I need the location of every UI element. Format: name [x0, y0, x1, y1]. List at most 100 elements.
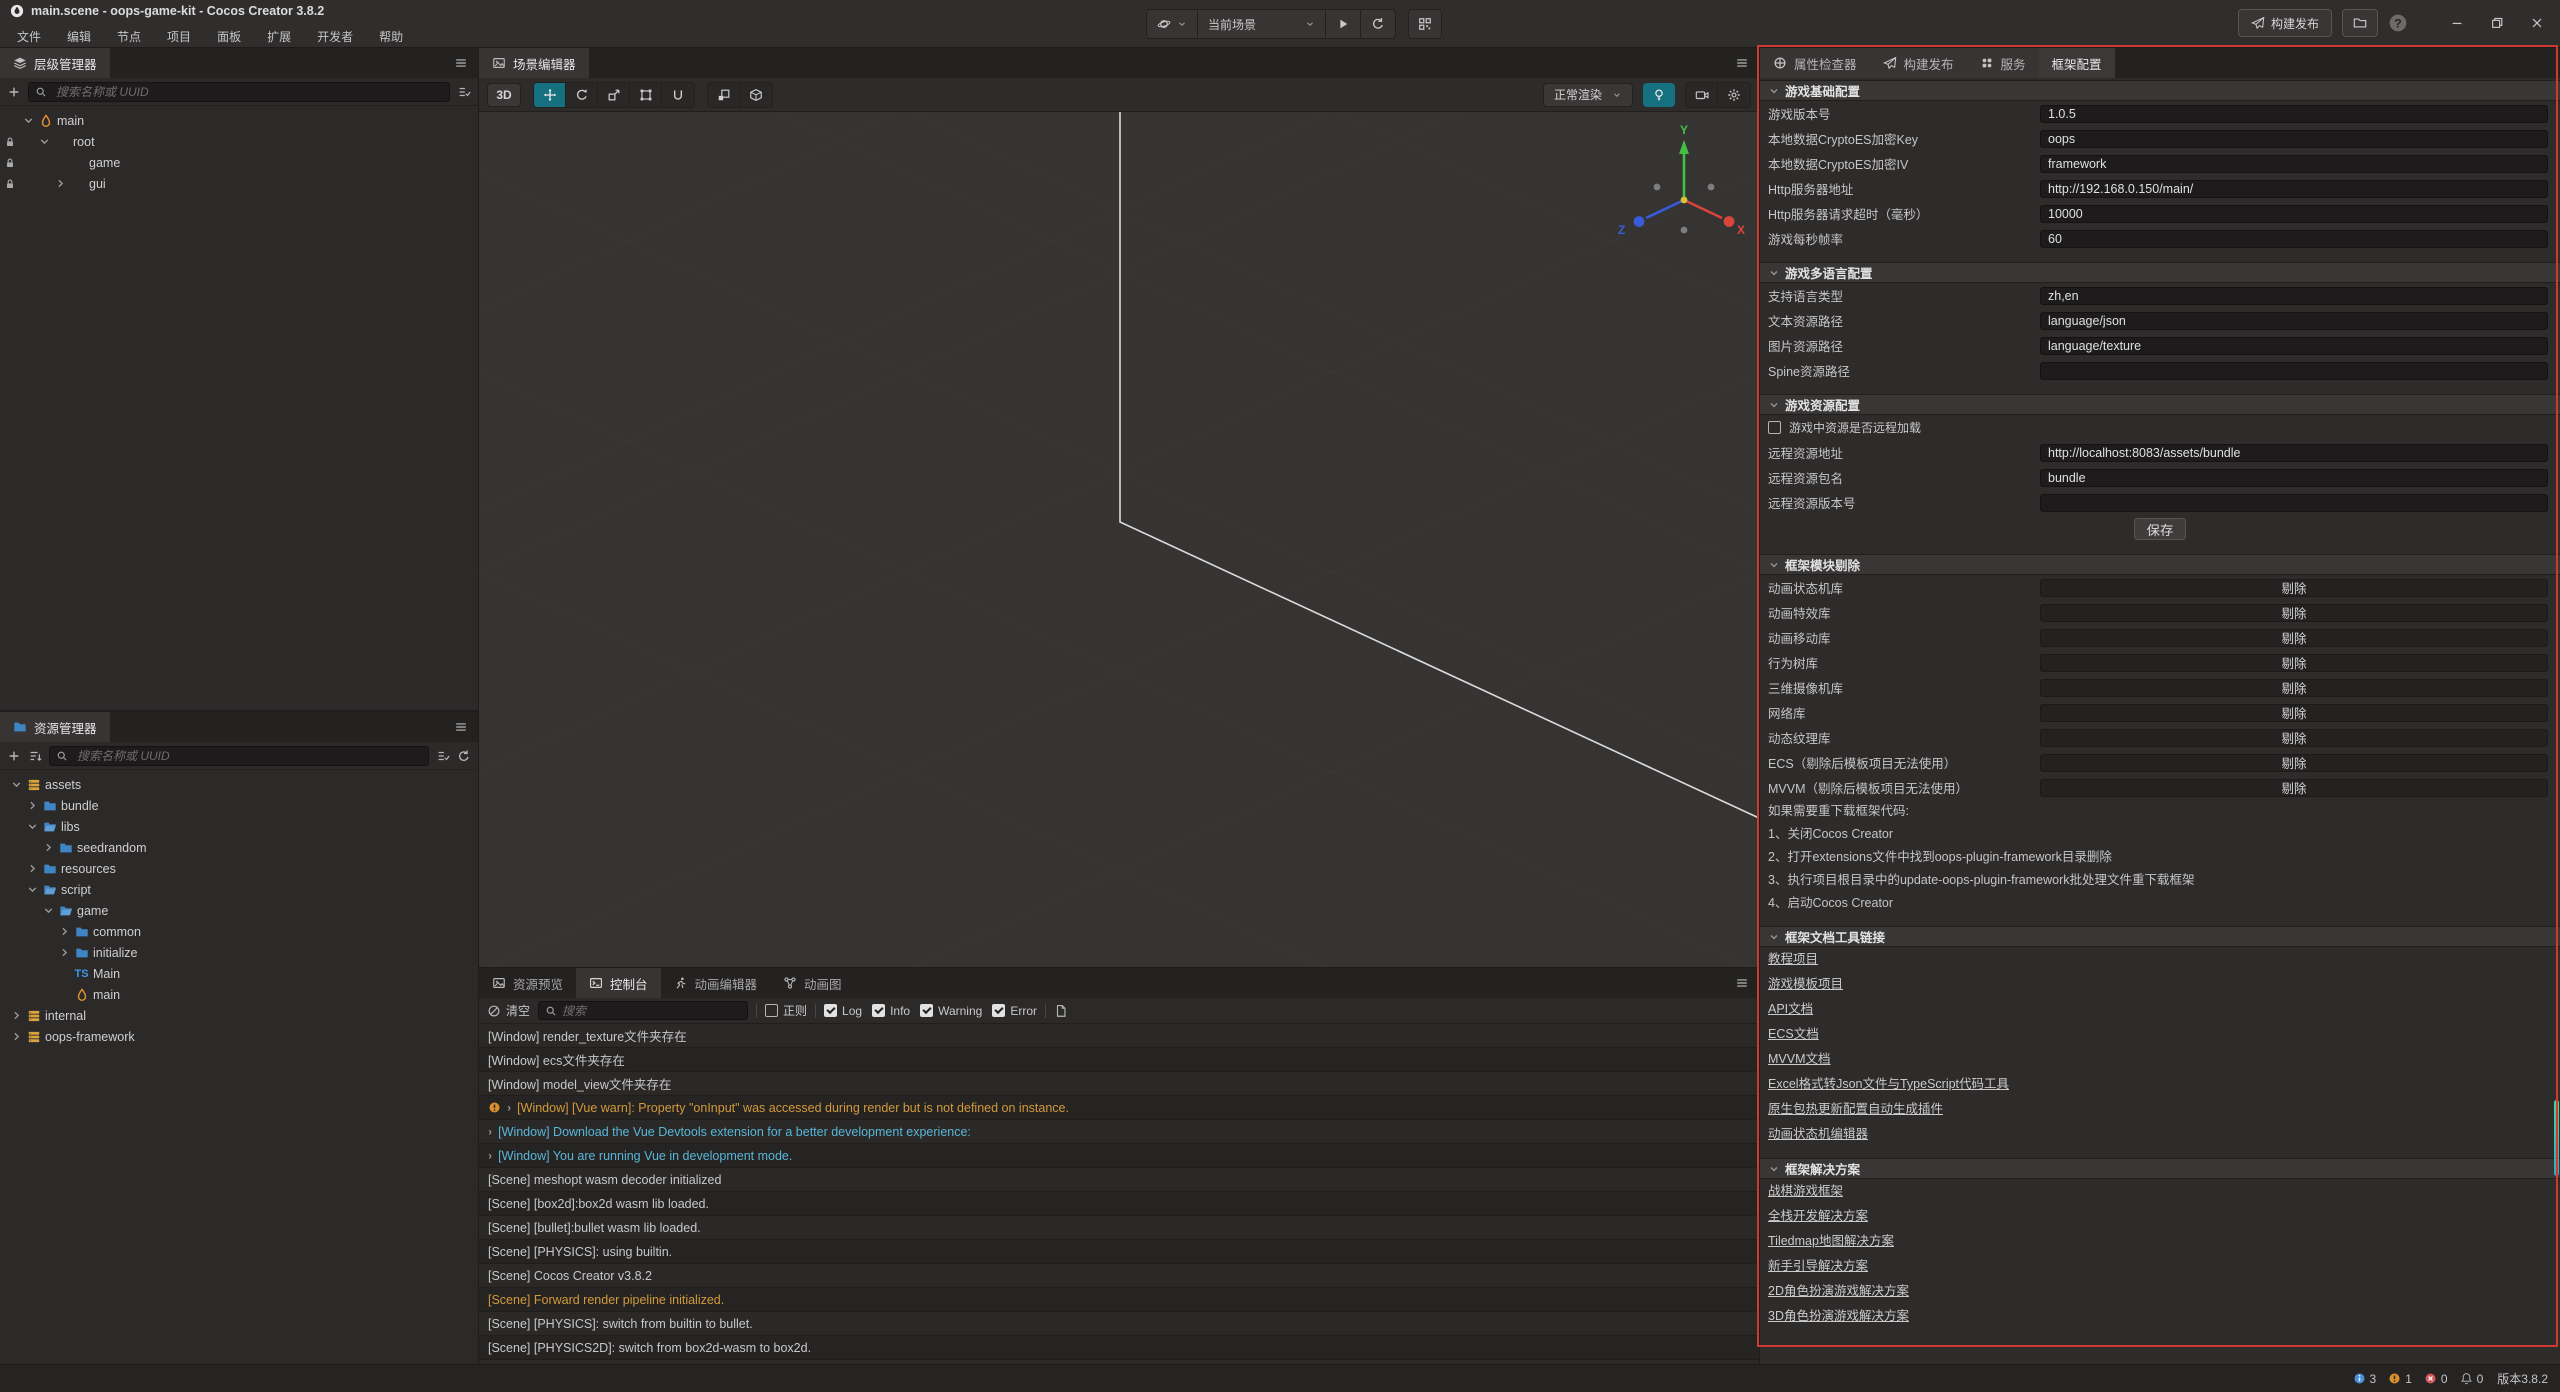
- help-button[interactable]: ?: [2388, 13, 2408, 33]
- log-row[interactable]: [Window] model_view文件夹存在: [479, 1072, 1759, 1096]
- expand-arrow[interactable]: [8, 1009, 25, 1022]
- console-search-input[interactable]: [562, 1004, 741, 1018]
- assets-node-assets[interactable]: assets: [0, 774, 478, 795]
- save-button[interactable]: 保存: [2134, 518, 2187, 540]
- log-row[interactable]: [Scene] [PHYSICS]: switch from builtin t…: [479, 1312, 1759, 1336]
- mode-3d-button[interactable]: 3D: [487, 83, 521, 107]
- log-row[interactable]: [Scene] [PHYSICS]: using builtin.: [479, 1240, 1759, 1264]
- remove-module-animator-button[interactable]: 剔除: [2040, 579, 2548, 597]
- expand-arrow[interactable]: [8, 1030, 25, 1043]
- transform-tool-button[interactable]: [662, 83, 694, 107]
- checkbox-remote-load[interactable]: [1768, 421, 1781, 434]
- log-file-button[interactable]: [1054, 1004, 1068, 1018]
- expand-arrow[interactable]: [40, 904, 57, 917]
- remove-module-network-button[interactable]: 剔除: [2040, 704, 2548, 722]
- build-publish-button[interactable]: 构建发布: [2238, 9, 2332, 37]
- link-tutorial[interactable]: 教程项目: [1768, 947, 1818, 972]
- play-button[interactable]: [1326, 10, 1361, 38]
- hierarchy-node-game[interactable]: game: [0, 152, 478, 173]
- tab-hierarchy[interactable]: 层级管理器: [0, 48, 110, 78]
- remove-module-move-button[interactable]: 剔除: [2040, 629, 2548, 647]
- scene-camera-button[interactable]: [1686, 83, 1718, 107]
- tab-animation-graph[interactable]: 动画图: [770, 968, 855, 998]
- expand-arrow[interactable]: [24, 820, 41, 833]
- scene-settings-button[interactable]: [1718, 83, 1750, 107]
- expand-arrow[interactable]: [56, 925, 73, 938]
- input-remote-url[interactable]: [2040, 444, 2548, 462]
- add-node-button[interactable]: [7, 85, 21, 99]
- platform-select[interactable]: [1147, 10, 1198, 38]
- link-animator-editor[interactable]: 动画状态机编辑器: [1768, 1122, 1868, 1147]
- assets-node-oops-framework[interactable]: oops-framework: [0, 1026, 478, 1047]
- add-asset-button[interactable]: [7, 749, 21, 763]
- expand-chevron-icon[interactable]: ›: [507, 1101, 511, 1114]
- remove-module-behavior-tree-button[interactable]: 剔除: [2040, 654, 2548, 672]
- menu-edit[interactable]: 编辑: [54, 26, 104, 48]
- expand-arrow[interactable]: [8, 778, 25, 791]
- render-mode-select[interactable]: 正常渲染: [1543, 83, 1633, 107]
- section-header-modules[interactable]: 框架模块剔除: [1760, 554, 2560, 575]
- link-tactics[interactable]: 战棋游戏框架: [1768, 1179, 1843, 1204]
- remove-module-effect-button[interactable]: 剔除: [2040, 604, 2548, 622]
- rotate-tool-button[interactable]: [566, 83, 598, 107]
- input-crypto-key[interactable]: [2040, 130, 2548, 148]
- hierarchy-menu-button[interactable]: [444, 48, 478, 78]
- sort-assets-button[interactable]: [28, 749, 42, 763]
- assets-node-common[interactable]: common: [0, 921, 478, 942]
- tab-console[interactable]: 控制台: [576, 968, 661, 998]
- console-log-list[interactable]: [Window] render_texture文件夹存在[Window] ecs…: [479, 1024, 1759, 1364]
- assets-node-initialize[interactable]: initialize: [0, 942, 478, 963]
- input-frame-rate[interactable]: [2040, 230, 2548, 248]
- status-error[interactable]: 0: [2424, 1372, 2448, 1386]
- scene-viewport[interactable]: Y X Z: [479, 112, 1759, 967]
- filter-error[interactable]: Error: [992, 1004, 1037, 1018]
- status-notification[interactable]: 0: [2460, 1372, 2484, 1386]
- asset-filter-button[interactable]: [436, 749, 450, 763]
- log-row[interactable]: [Scene] meshopt wasm decoder initialized: [479, 1168, 1759, 1192]
- assets-node-seedrandom[interactable]: seedrandom: [0, 837, 478, 858]
- remove-module-mvvm-button[interactable]: 剔除: [2040, 779, 2548, 797]
- tab-properties[interactable]: 属性检查器: [1760, 48, 1870, 78]
- menu-extension[interactable]: 扩展: [254, 26, 304, 48]
- scene-menu-button[interactable]: [1725, 48, 1759, 78]
- console-menu-button[interactable]: [1725, 968, 1759, 998]
- filter-log-checkbox[interactable]: [824, 1004, 837, 1017]
- section-header-game-res[interactable]: 游戏资源配置: [1760, 394, 2560, 415]
- regex-checkbox-box[interactable]: [765, 1004, 778, 1017]
- link-excel-tool[interactable]: Excel格式转Json文件与TypeScript代码工具: [1768, 1072, 2009, 1097]
- expand-arrow[interactable]: [24, 799, 41, 812]
- expand-arrow[interactable]: [40, 841, 57, 854]
- remove-module-ecs-button[interactable]: 剔除: [2040, 754, 2548, 772]
- input-remote-version[interactable]: [2040, 494, 2548, 512]
- filter-info-checkbox[interactable]: [872, 1004, 885, 1017]
- section-header-solutions[interactable]: 框架解决方案: [1760, 1158, 2560, 1179]
- link-ecs-doc[interactable]: ECS文档: [1768, 1022, 1819, 1047]
- assets-node-script[interactable]: script: [0, 879, 478, 900]
- preview-device-button[interactable]: [1408, 9, 1442, 39]
- coordinate-button[interactable]: [740, 83, 772, 107]
- minimize-button[interactable]: [2442, 9, 2472, 37]
- link-tiledmap[interactable]: Tiledmap地图解决方案: [1768, 1229, 1894, 1254]
- menu-developer[interactable]: 开发者: [304, 26, 366, 48]
- tab-build[interactable]: 构建发布: [1870, 48, 1967, 78]
- log-row[interactable]: [Window] ecs文件夹存在: [479, 1048, 1759, 1072]
- view-gizmo[interactable]: Y X Z: [1618, 123, 1745, 237]
- assets-node-resources[interactable]: resources: [0, 858, 478, 879]
- input-text-path[interactable]: [2040, 312, 2548, 330]
- input-crypto-iv[interactable]: [2040, 155, 2548, 173]
- expand-arrow[interactable]: [24, 883, 41, 896]
- log-row[interactable]: ›[Window] You are running Vue in develop…: [479, 1144, 1759, 1168]
- input-remote-bundle[interactable]: [2040, 469, 2548, 487]
- expand-arrow[interactable]: [24, 862, 41, 875]
- rect-tool-button[interactable]: [630, 83, 662, 107]
- link-template[interactable]: 游戏模板项目: [1768, 972, 1843, 997]
- hierarchy-node-root[interactable]: root: [0, 131, 478, 152]
- assets-search-input[interactable]: [73, 748, 422, 764]
- assets-menu-button[interactable]: [444, 712, 478, 742]
- log-row[interactable]: [Scene] Forward render pipeline initiali…: [479, 1288, 1759, 1312]
- status-warning[interactable]: 1: [2388, 1372, 2412, 1386]
- assets-node-main-scene[interactable]: main: [0, 984, 478, 1005]
- link-rpg3d[interactable]: 3D角色扮演游戏解决方案: [1768, 1304, 1909, 1329]
- input-http-timeout[interactable]: [2040, 205, 2548, 223]
- link-rpg2d[interactable]: 2D角色扮演游戏解决方案: [1768, 1279, 1909, 1304]
